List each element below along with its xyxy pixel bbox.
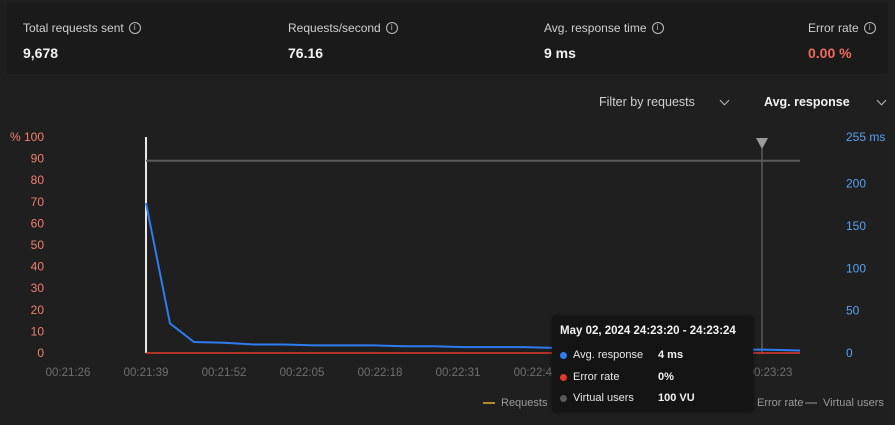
right-axis-tick-label: 150 [846, 219, 866, 233]
tooltip-row-name: Avg. response [573, 349, 644, 361]
legend-item-requests[interactable]: Requests [483, 397, 547, 409]
tooltip-row: Avg. response 4 ms [560, 349, 683, 361]
left-axis-tick-label: 20 [31, 303, 45, 317]
left-axis-tick-label: 0 [37, 346, 44, 360]
left-axis-tick-label: 50 [31, 238, 45, 252]
left-axis-tick-label: % 100 [10, 130, 44, 144]
x-axis-tick-label: 00:21:26 [46, 367, 91, 379]
left-axis-tick-label: 90 [31, 152, 45, 166]
x-axis-tick-label: 00:22:18 [358, 367, 403, 379]
tooltip-title: May 02, 2024 24:23:20 - 24:23:24 [560, 325, 736, 337]
left-axis-tick-label: 60 [31, 216, 45, 230]
right-axis-tick-label: 200 [846, 177, 866, 191]
x-axis-tick-label: 00:21:39 [124, 367, 169, 379]
virtual-users-dot-icon [560, 394, 567, 402]
legend-swatch [483, 402, 495, 404]
x-axis-tick-label: 00:21:52 [202, 367, 247, 379]
x-axis-tick-label: 00:22:05 [280, 367, 325, 379]
tooltip-row-name: Error rate [573, 371, 620, 383]
tooltip-row: Error rate 0% [560, 371, 674, 383]
cursor-handle-icon[interactable] [756, 138, 768, 149]
legend-label: Error rate [757, 397, 804, 409]
legend-item-virtual-users[interactable]: Virtual users [805, 397, 884, 409]
legend-label: Virtual users [823, 397, 884, 409]
tooltip-row: Virtual users 100 VU [560, 392, 695, 404]
tooltip-row-name: Virtual users [573, 392, 634, 404]
x-axis-tick-label: 00:22:31 [436, 367, 481, 379]
legend-item-error-rate[interactable]: Error rate [757, 397, 803, 409]
tooltip-row-value: 100 VU [658, 392, 695, 404]
x-axis-tick-label: 00:23:23 [748, 367, 793, 379]
legend-swatch [805, 402, 817, 404]
right-axis-tick-label: 255 ms [846, 130, 885, 144]
avg-response-dot-icon [560, 351, 567, 359]
legend-label: Requests [501, 397, 548, 409]
right-axis-tick-label: 0 [846, 346, 853, 360]
chart-tooltip: May 02, 2024 24:23:20 - 24:23:24 Avg. re… [552, 316, 753, 412]
left-axis-tick-label: 10 [31, 324, 45, 338]
tooltip-row-value: 4 ms [658, 349, 684, 361]
chart[interactable]: % 1009080706050403020100 255 ms200150100… [0, 0, 895, 425]
tooltip-row-value: 0% [658, 371, 674, 383]
left-axis-tick-label: 70 [31, 195, 45, 209]
error-rate-dot-icon [560, 373, 567, 381]
left-axis-tick-label: 40 [31, 260, 45, 274]
right-axis-tick-label: 50 [846, 304, 860, 318]
left-axis-tick-label: 30 [31, 281, 45, 295]
right-axis-tick-label: 100 [846, 261, 866, 275]
left-axis-tick-label: 80 [31, 173, 45, 187]
